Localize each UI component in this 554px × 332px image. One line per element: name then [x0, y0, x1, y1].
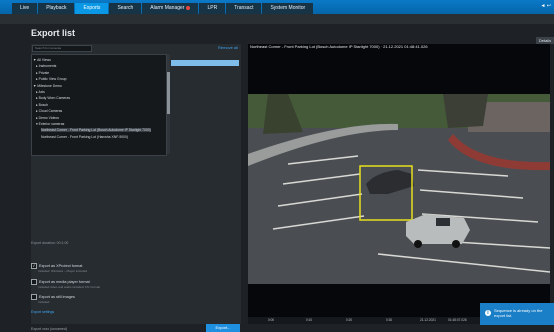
remove-all-link[interactable]: Remove all [218, 45, 238, 50]
tab-alarm-manager[interactable]: Alarm Manager [142, 3, 199, 14]
notification-toast[interactable]: i Sequence is already on the export list… [480, 303, 554, 325]
page-title: Export list [31, 28, 76, 38]
tree-item[interactable]: Northeast Corner - Front Parking Lot (Bo… [41, 128, 151, 133]
option-detail: Included video and audio included: FS: F… [38, 285, 101, 289]
details-button[interactable]: Details [536, 37, 554, 44]
workspace-tabs: Live Playback Exports Search Alarm Manager LP… [12, 3, 314, 14]
info-icon: i [485, 310, 491, 316]
timeline-tick-label: 0:10 [306, 318, 313, 322]
camera-tree: ▼ All Views ▸ Instruments ▸ Private ▸ Publi… [31, 54, 167, 156]
option-detail: Included: Windows – Player included [38, 269, 88, 273]
tab-playback[interactable]: Playback [38, 3, 75, 14]
option-label: Export as media player format [39, 280, 90, 284]
tab-label: System Monitor [270, 5, 306, 11]
tree-item[interactable]: ▸ Demo Videos [36, 116, 59, 120]
export-settings-link[interactable]: Export settings [31, 310, 54, 314]
sub-toolbar [0, 14, 554, 24]
toast-message: Sequence is already on the export list. [494, 308, 543, 318]
tab-label: Alarm Manager [150, 5, 185, 11]
tab-search[interactable]: Search [109, 3, 142, 14]
tree-item[interactable]: ▸ Private [36, 71, 49, 75]
option-xprotect-format[interactable]: ✓ Export as XProtect format Included: Win… [31, 263, 87, 273]
tree-item[interactable]: ▸ Cloud Cameras [36, 109, 62, 113]
tree-item[interactable]: ▸ Axis [36, 90, 45, 94]
tree-item[interactable]: ▸ Public View Group [36, 77, 66, 81]
wheel [414, 240, 422, 248]
option-media-player-format[interactable]: Export as media player format Included v… [31, 279, 100, 289]
tab-lpr[interactable]: LPR [199, 3, 226, 14]
tree-scrollbar[interactable] [167, 54, 170, 154]
export-button[interactable]: Export... [206, 324, 240, 332]
option-detail: Included [38, 300, 50, 304]
tree-item[interactable]: ▸ Body Worn Cameras [36, 96, 70, 100]
checkbox[interactable] [31, 279, 37, 285]
scrollbar-thumb[interactable] [167, 72, 170, 114]
export-name-field[interactable]: Export xxxx (unnamed) [31, 327, 67, 331]
topbar-right-icons[interactable]: ◄ ↩ [540, 3, 551, 9]
tab-label: Exports [83, 5, 101, 11]
checkbox[interactable]: ✓ [31, 263, 37, 269]
tree-item[interactable]: ▾ Exterior cameras [36, 122, 64, 126]
option-label: Export as XProtect format [39, 264, 83, 268]
timeline-tick-label: 0:20 [346, 318, 353, 322]
timeline-tick-label: 01:48:07.026 [448, 318, 467, 322]
wheel [452, 240, 460, 248]
camera-frame [248, 94, 550, 284]
tree-item[interactable]: ▼ All Views [33, 58, 51, 62]
tab-transact[interactable]: Transact [226, 3, 262, 14]
tab-system-monitor[interactable]: System Monitor [262, 3, 314, 14]
tab-label: Transact [234, 5, 254, 11]
timeline-tick-label: 0:30 [386, 318, 393, 322]
tree-item[interactable]: ▸ Instruments [36, 64, 56, 68]
tab-label: Live [20, 5, 30, 11]
top-navigation-bar: Live Playback Exports Search Alarm Manager LP… [0, 0, 554, 14]
export-duration: Export duration: 00:1:00 [31, 241, 69, 245]
tab-label: LPR [207, 5, 218, 11]
export-list-item[interactable] [171, 60, 239, 66]
camera-search-input[interactable]: Search for cameras [32, 45, 92, 52]
option-label: Export as still images [39, 295, 75, 299]
tree-right [443, 94, 488, 128]
export-settings-panel: Search for cameras Remove all ▼ All View… [31, 44, 241, 332]
tab-label: Playback [46, 5, 67, 11]
camera-title: Northeast Corner - Front Parking Lot (Bo… [250, 44, 428, 49]
tab-live[interactable]: Live [12, 3, 38, 14]
tree-item[interactable]: ▸ Bosch [36, 103, 48, 107]
alarm-indicator-icon [186, 5, 191, 10]
video-preview: Northeast Corner - Front Parking Lot (Bo… [248, 44, 550, 324]
truck-window [436, 218, 450, 226]
tab-label: Search [117, 5, 134, 11]
tab-exports[interactable]: Exports [75, 3, 109, 14]
timeline-tick-label: 0:00 [268, 318, 275, 322]
checkbox[interactable] [31, 294, 37, 300]
timeline-tick-label: 21.12.2021 [420, 318, 436, 322]
tree-item[interactable]: ▼ Milestone Demo [33, 84, 62, 88]
option-still-images[interactable]: Export as still images Included [31, 294, 75, 304]
tree-item[interactable]: Northeast Corner - Front Parking Lot (Ha… [41, 135, 128, 139]
